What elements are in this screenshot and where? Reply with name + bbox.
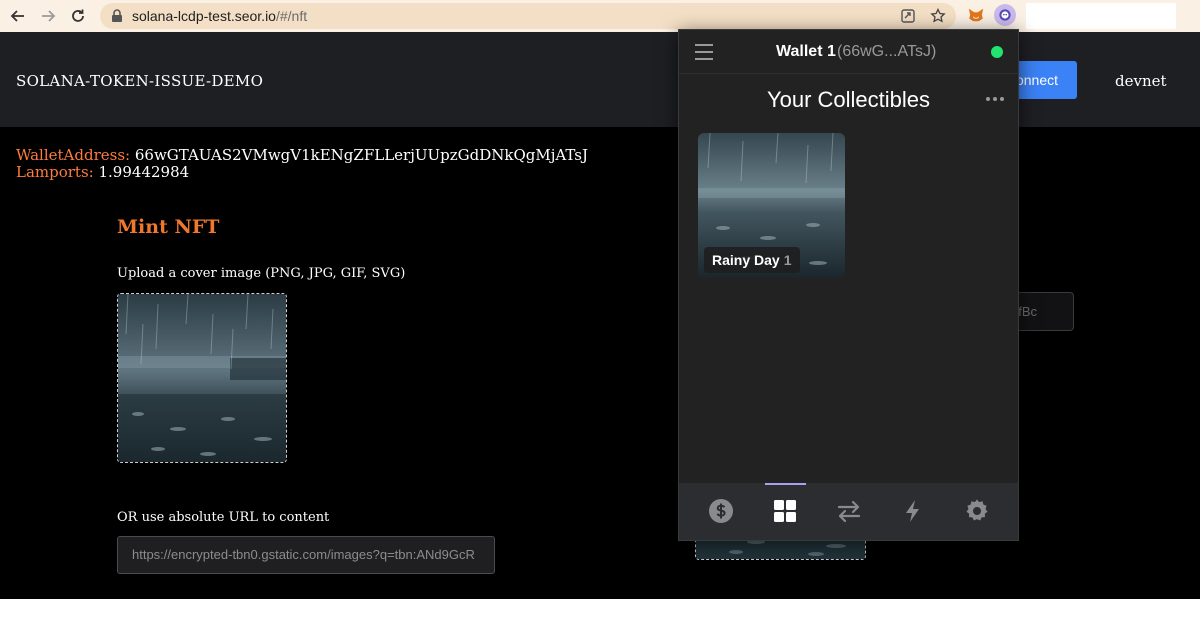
extension-area	[1026, 3, 1176, 29]
address-bar[interactable]: solana-lcdp-test.seor.io/#/nft	[100, 3, 956, 29]
reload-icon	[72, 9, 84, 22]
app-header: SOLANA-TOKEN-ISSUE-DEMO Connect devnet	[0, 32, 1200, 127]
dapp-page: SOLANA-TOKEN-ISSUE-DEMO Connect devnet W…	[0, 32, 1200, 599]
wallet-header: Wallet 1 (66wG...ATsJ)	[679, 30, 1018, 74]
wallet-address-line: WalletAddress: 66wGTAUAS2VMwgV1kENgZFLLe…	[16, 146, 588, 164]
back-button[interactable]	[7, 5, 29, 27]
fox-icon	[968, 8, 984, 22]
wallet-tab-bar	[679, 483, 1018, 540]
url-host: solana-lcdp-test.seor.io	[132, 8, 276, 24]
page-bottom-blank	[0, 599, 1200, 627]
dollar-icon	[709, 499, 733, 523]
collectibles-title: Your Collectibles	[766, 87, 931, 112]
app-title: SOLANA-TOKEN-ISSUE-DEMO	[16, 72, 264, 90]
upload-label: Upload a cover image (PNG, JPG, GIF, SVG…	[117, 266, 406, 281]
collectible-card[interactable]: Rainy Day 1	[698, 133, 845, 278]
wallet-short-address[interactable]: (66wG...ATsJ)	[837, 43, 936, 61]
wallet-name[interactable]: Wallet 1	[776, 43, 836, 61]
wallet-address-label: WalletAddress:	[16, 146, 131, 164]
share-icon[interactable]	[900, 8, 916, 24]
tab-settings[interactable]	[963, 497, 991, 525]
tab-collectibles[interactable]	[771, 497, 799, 525]
rain-cover-image	[118, 294, 286, 462]
grid-icon	[774, 500, 796, 522]
hamburger-menu-icon[interactable]	[695, 44, 713, 60]
cover-image-dropzone[interactable]	[117, 293, 287, 463]
reload-button[interactable]	[67, 5, 89, 27]
lock-icon	[112, 9, 122, 22]
phantom-ghost-icon	[999, 9, 1011, 21]
url-text: solana-lcdp-test.seor.io/#/nft	[132, 8, 307, 24]
lamports-value: 1.99442984	[98, 163, 190, 181]
mint-nft-title: Mint NFT	[117, 216, 220, 238]
active-tab-indicator	[765, 483, 806, 485]
url-content-label: OR use absolute URL to content	[117, 510, 330, 525]
connection-status-dot	[991, 46, 1003, 58]
wallet-address-value: 66wGTAUAS2VMwgV1kENgZFLLerjUUpzGdDNkQgMj…	[134, 146, 589, 164]
gear-icon	[966, 499, 988, 521]
tab-swap[interactable]	[835, 497, 863, 525]
lamports-label: Lamports:	[16, 163, 94, 181]
more-options-icon[interactable]	[986, 97, 1006, 103]
back-arrow-icon	[10, 10, 24, 22]
metamask-extension-icon[interactable]	[965, 4, 987, 26]
collectible-label: Rainy Day 1	[704, 247, 800, 273]
forward-button[interactable]	[37, 5, 59, 27]
network-label: devnet	[1115, 72, 1167, 90]
forward-arrow-icon	[42, 10, 56, 22]
browser-toolbar: solana-lcdp-test.seor.io/#/nft	[0, 0, 1200, 32]
bookmark-star-icon[interactable]	[930, 8, 946, 24]
lamports-line: Lamports: 1.99442984	[16, 163, 189, 181]
url-path: /#/nft	[275, 8, 308, 24]
lightning-icon	[906, 500, 919, 522]
phantom-wallet-popup: Wallet 1 (66wG...ATsJ) Your Collectibles	[678, 29, 1019, 541]
tab-activity[interactable]	[899, 497, 927, 525]
phantom-extension-icon[interactable]	[994, 4, 1016, 26]
content-url-input[interactable]: https://encrypted-tbn0.gstatic.com/image…	[117, 536, 495, 574]
tab-tokens[interactable]	[707, 497, 735, 525]
collectible-name: Rainy Day	[712, 252, 780, 268]
swap-arrows-icon	[837, 500, 861, 523]
collectible-count: 1	[783, 252, 792, 268]
